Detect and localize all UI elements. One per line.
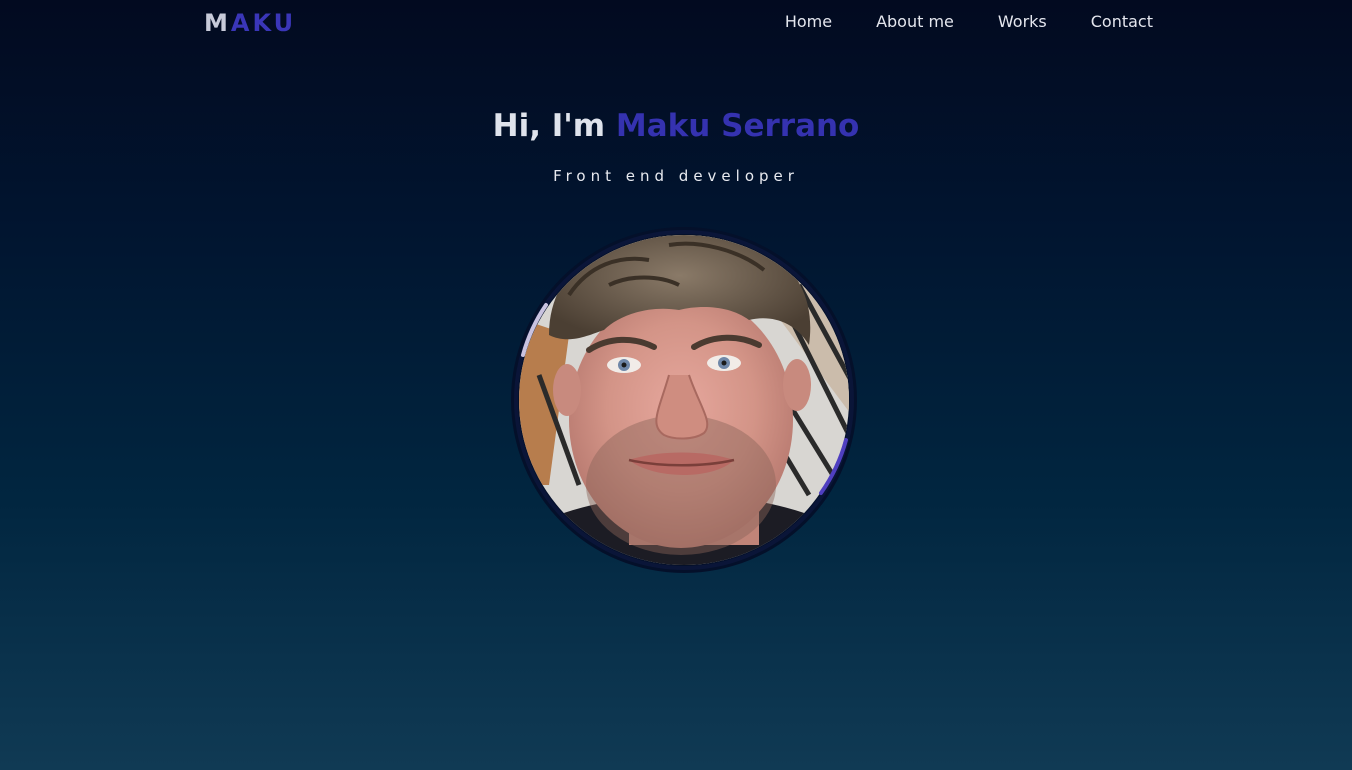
hero-title: Hi, I'm Maku Serrano: [0, 106, 1352, 146]
nav-link-about[interactable]: About me: [876, 12, 954, 32]
logo-first-letter: M: [204, 9, 231, 37]
avatar: [509, 225, 859, 575]
profile-photo-icon: [511, 227, 857, 573]
logo[interactable]: MAKU: [204, 9, 296, 37]
hero-subtitle: Front end developer: [553, 167, 799, 185]
hero-name: Maku Serrano: [615, 108, 860, 144]
hero-greeting: Hi, I'm: [492, 108, 606, 144]
navbar: MAKU Home About me Works Contact: [0, 0, 1352, 46]
nav-link-home[interactable]: Home: [785, 12, 832, 32]
nav-link-contact[interactable]: Contact: [1091, 12, 1153, 32]
logo-rest: AKU: [230, 9, 297, 37]
nav-links: Home About me Works Contact: [785, 12, 1153, 32]
nav-link-works[interactable]: Works: [998, 12, 1047, 32]
